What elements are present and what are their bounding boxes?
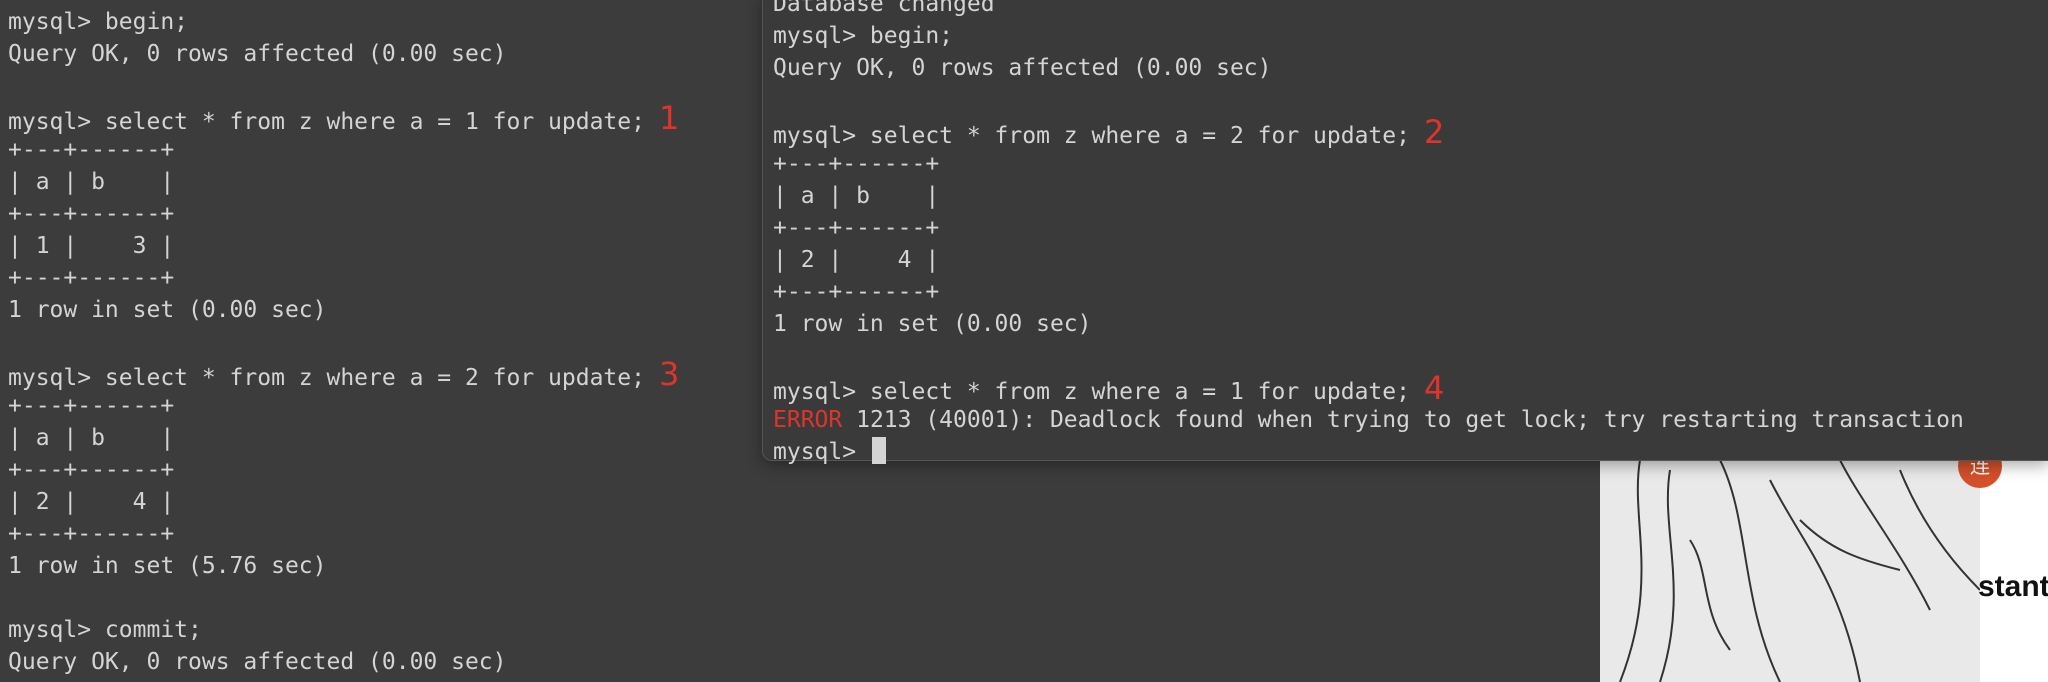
terminal-line-text: Query OK, 0 rows affected (0.00 sec): [8, 649, 507, 675]
step-marker: 2: [1423, 113, 1445, 151]
text-cursor[interactable]: [871, 437, 886, 464]
terminal-line: +---+------+: [773, 276, 1964, 308]
terminal-line: Database changed: [773, 0, 1964, 20]
terminal-line: +---+------+: [8, 454, 768, 486]
terminal-line: Query OK, 0 rows affected (0.00 sec): [773, 52, 1964, 84]
terminal-line: mysql> begin;: [8, 6, 768, 38]
terminal-line: +---+------+: [8, 198, 768, 230]
terminal-line-text: | a | b |: [8, 425, 175, 451]
terminal-line: | 2 | 4 |: [773, 244, 1964, 276]
terminal-line-text: mysql> commit;: [8, 617, 202, 643]
terminal-line: 1 row in set (0.00 sec): [773, 308, 1964, 340]
terminal-line-text: +---+------+: [773, 215, 940, 241]
terminal-line-text: 1 row in set (0.00 sec): [8, 297, 327, 323]
terminal-line: 1 row in set (0.00 sec): [8, 294, 768, 326]
terminal-line: +---+------+: [8, 262, 768, 294]
terminal-line: mysql> select * from z where a = 1 for u…: [8, 99, 768, 137]
terminal-line-text: +---+------+: [8, 393, 175, 419]
step-marker: 4: [1423, 369, 1445, 407]
left-terminal[interactable]: mysql> begin; Query OK, 0 rows affected (…: [8, 6, 768, 682]
terminal-line: +---+------+: [773, 148, 1964, 180]
terminal-line-text: Query OK, 0 rows affected (0.00 sec): [773, 55, 1272, 81]
terminal-line-text: mysql> begin;: [8, 9, 189, 35]
terminal-line-text: mysql> select * from z where a = 1 for u…: [8, 109, 645, 135]
terminal-line: | a | b |: [8, 166, 768, 198]
terminal-line: | a | b |: [8, 422, 768, 454]
terminal-line-text: mysql> select * from z where a = 2 for u…: [773, 123, 1410, 149]
right-terminal-window[interactable]: Database changed mysql> begin; Query OK, 0…: [762, 0, 2048, 465]
terminal-line: | a | b |: [773, 180, 1964, 212]
error-label: ERROR: [773, 407, 843, 433]
terminal-line-text: mysql> select * from z where a = 2 for u…: [8, 365, 645, 391]
terminal-line-text: mysql>: [773, 439, 870, 465]
terminal-line: mysql> begin;: [773, 20, 1964, 52]
terminal-line: mysql> select * from z where a = 2 for u…: [8, 355, 768, 393]
terminal-line: | 1 | 3 |: [8, 230, 768, 262]
terminal-line-text: +---+------+: [773, 279, 940, 305]
terminal-line: mysql> select * from z where a = 1 for u…: [773, 369, 1964, 407]
terminal-line-text: +---+------+: [8, 457, 175, 483]
terminal-line-text: Database changed: [773, 0, 995, 17]
terminal-line: +---+------+: [8, 390, 768, 422]
terminal-line-text: Query OK, 0 rows affected (0.00 sec): [8, 41, 507, 67]
terminal-line-text: +---+------+: [773, 151, 940, 177]
terminal-line-text: +---+------+: [8, 265, 175, 291]
terminal-line-text: 1 row in set (5.76 sec): [8, 553, 327, 579]
background-artwork: [1600, 460, 1980, 682]
terminal-line-text: 1213 (40001): Deadlock found when trying…: [842, 407, 1964, 433]
terminal-line: Query OK, 0 rows affected (0.00 sec): [8, 646, 768, 678]
step-marker: 3: [658, 355, 680, 393]
terminal-line-text: 1 row in set (0.00 sec): [773, 311, 1092, 337]
terminal-line-text: mysql> begin;: [773, 23, 954, 49]
terminal-line: ERROR 1213 (40001): Deadlock found when …: [773, 404, 1964, 436]
terminal-line: mysql> commit;: [8, 614, 768, 646]
terminal-line-text: | 2 | 4 |: [8, 489, 175, 515]
terminal-line: Query OK, 0 rows affected (0.00 sec): [8, 38, 768, 70]
step-marker: 1: [658, 99, 680, 137]
terminal-line-text: | a | b |: [773, 183, 940, 209]
terminal-line: mysql>: [773, 436, 1964, 468]
terminal-line: mysql> select * from z where a = 2 for u…: [773, 113, 1964, 151]
sketch-artwork-icon: [1600, 460, 1980, 682]
terminal-line: 1 row in set (5.76 sec): [8, 550, 768, 582]
background-card-text: stant: [1978, 570, 2048, 603]
terminal-line-text: | a | b |: [8, 169, 175, 195]
terminal-line: +---+------+: [773, 212, 1964, 244]
terminal-line-text: mysql> select * from z where a = 1 for u…: [773, 379, 1410, 405]
terminal-line-text: | 1 | 3 |: [8, 233, 175, 259]
terminal-line-text: +---+------+: [8, 201, 175, 227]
terminal-line: +---+------+: [8, 518, 768, 550]
terminal-line: | 2 | 4 |: [8, 486, 768, 518]
terminal-line-text: +---+------+: [8, 137, 175, 163]
right-terminal[interactable]: Database changed mysql> begin; Query OK, 0…: [773, 0, 1964, 468]
terminal-line-text: | 2 | 4 |: [773, 247, 940, 273]
terminal-line: +---+------+: [8, 134, 768, 166]
terminal-line-text: +---+------+: [8, 521, 175, 547]
